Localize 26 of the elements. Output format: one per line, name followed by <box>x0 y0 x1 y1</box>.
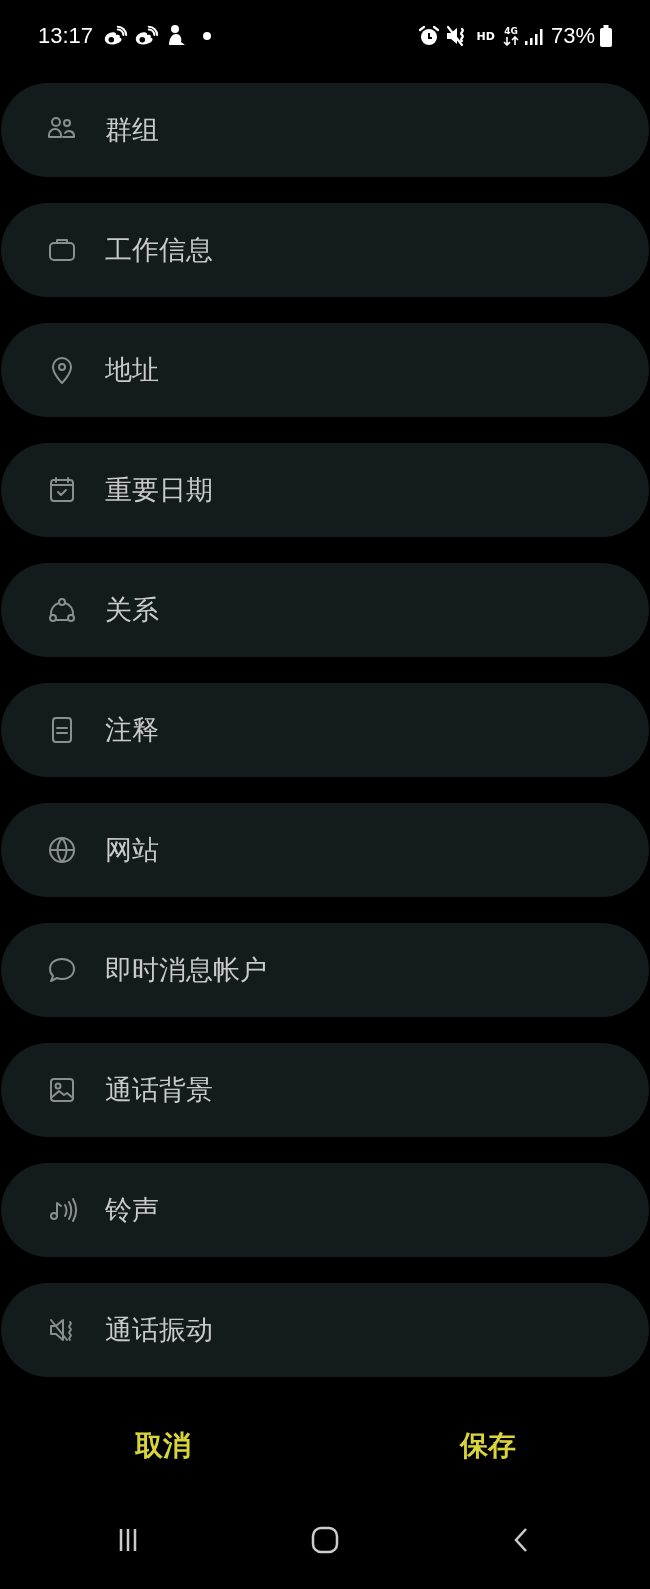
data-arrows-icon <box>502 36 519 46</box>
field-button[interactable]: 地址 <box>1 323 649 417</box>
network-type: 4G <box>504 26 518 36</box>
battery-percent: 73% <box>550 23 595 49</box>
field-button[interactable]: 铃声 <box>1 1163 649 1257</box>
dot-icon <box>203 32 212 40</box>
field-button[interactable]: 注释 <box>1 683 649 777</box>
alarm-icon <box>417 25 440 47</box>
battery-icon <box>600 25 612 47</box>
field-button[interactable]: 群组 <box>1 83 649 177</box>
globe-icon <box>46 834 78 866</box>
field-button[interactable]: 关系 <box>1 563 649 657</box>
status-time: 13:17 <box>38 23 94 49</box>
signal-icon <box>523 26 546 46</box>
cancel-button[interactable]: 取消 <box>0 1417 325 1475</box>
field-button[interactable]: 即时消息帐户 <box>1 923 649 1017</box>
field-button[interactable]: 重要日期 <box>1 443 649 537</box>
hd-indicator: HD <box>476 29 495 43</box>
field-button[interactable]: 通话振动 <box>1 1283 649 1377</box>
home-icon[interactable] <box>310 1525 340 1555</box>
field-button[interactable]: 通话背景 <box>1 1043 649 1137</box>
weibo-icon <box>102 25 129 47</box>
field-button[interactable]: 工作信息 <box>1 203 649 297</box>
field-button[interactable]: 网站 <box>1 803 649 897</box>
weibo-icon <box>133 25 160 47</box>
save-button[interactable]: 保存 <box>325 1417 650 1475</box>
